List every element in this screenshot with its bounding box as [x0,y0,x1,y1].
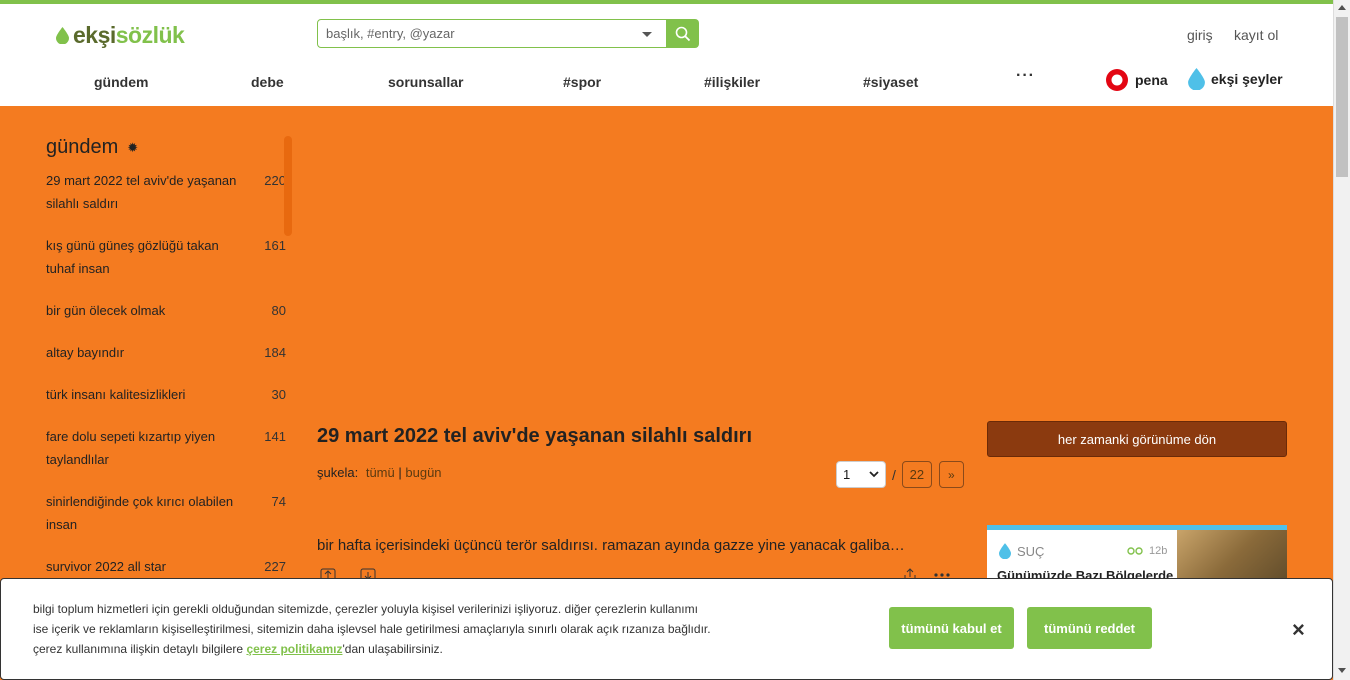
scrollbar-thumb[interactable] [1336,17,1348,177]
cookie-text-line2: ise içerik ve reklamların kişiselleştiri… [33,622,711,636]
logo-text-part2: sözlük [115,22,185,48]
logo-text-part1: ekşi [73,22,116,48]
list-item[interactable]: altay bayındır 184 [46,341,286,364]
list-item[interactable]: sinirlendiğinde çok kırıcı olabilen insa… [46,490,286,536]
pena-link[interactable]: pena [1105,68,1168,92]
site-logo[interactable]: ekşi sözlük [56,22,185,49]
scroll-up-arrow-icon[interactable] [1338,5,1346,10]
cookie-text-line1: bilgi toplum hizmetleri için gerekli old… [33,602,698,616]
topic-count: 220 [264,173,286,188]
topic-title: fare dolu sepeti kızartıp yiyen taylandl… [46,429,216,467]
accept-all-button[interactable]: tümünü kabul et [889,607,1014,649]
page-total-button[interactable]: 22 [901,461,932,488]
topic-count: 141 [264,429,286,444]
pena-icon [1106,69,1128,91]
drop-icon [56,27,69,44]
card-image [1177,530,1287,585]
list-item[interactable]: fare dolu sepeti kızartıp yiyen taylandl… [46,425,286,471]
topic-title: 29 mart 2022 tel aviv'de yaşanan silahlı… [46,173,237,211]
topic-count: 30 [271,387,286,402]
close-icon[interactable]: × [1292,617,1305,643]
cookie-policy-link[interactable]: çerez politikamız [246,642,342,656]
cookie-text: bilgi toplum hizmetleri için gerekli old… [33,599,733,659]
search-box [317,19,667,48]
register-link[interactable]: kayıt ol [1234,27,1278,43]
chevron-down-icon[interactable] [642,32,652,37]
search-input[interactable] [318,20,618,47]
cookie-text-line3-post: 'dan ulaşabilirsiniz. [342,642,443,656]
topic-count: 80 [271,303,286,318]
eksi-seyler-label: ekşi şeyler [1211,71,1283,87]
scroll-down-arrow-icon[interactable] [1338,668,1346,673]
drop-icon [1188,68,1205,90]
eksi-seyler-card[interactable]: SUÇ 12b Günümüzde Bazı Bölgelerde [987,525,1287,585]
topic-title: survivor 2022 all star [46,559,166,574]
search-icon [675,26,691,41]
card-category: SUÇ [999,543,1044,559]
eksi-seyler-link[interactable]: ekşi şeyler [1188,68,1283,90]
sidebar-title: gündem ✹ [46,136,286,159]
card-category-label: SUÇ [1017,543,1045,559]
topic-title: türk insanı kalitesizlikleri [46,387,186,402]
list-item[interactable]: bir gün ölecek olmak 80 [46,299,286,322]
next-page-button[interactable]: » [938,461,964,488]
page-current: 1 [843,467,851,482]
search-button[interactable] [667,19,699,48]
sukela-today-link[interactable]: bugün [405,465,441,480]
sidebar: gündem ✹ 29 mart 2022 tel aviv'de yaşana… [46,136,286,578]
drop-icon [999,543,1011,559]
reject-all-button[interactable]: tümünü reddet [1027,607,1152,649]
topic-title: bir gün ölecek olmak [46,303,166,318]
card-meta: 12b [1127,545,1167,557]
nav-debe[interactable]: debe [251,74,284,90]
topic-title: sinirlendiğinde çok kırıcı olabilen insa… [46,494,234,532]
nav-more-button[interactable]: ··· [1016,67,1035,85]
list-item[interactable]: survivor 2022 all star 227 [46,555,286,578]
sidebar-title-text: gündem [46,136,119,158]
sukela-filter: şukela: tümü | bugün [317,465,442,480]
sukela-all-link[interactable]: tümü [366,465,395,480]
nav-gundem[interactable]: gündem [94,74,148,90]
page-select[interactable]: 1 [836,461,886,488]
nav-iliskiler[interactable]: #ilişkiler [704,74,760,90]
list-item[interactable]: kış günü güneş gözlüğü takan tuhaf insan… [46,234,286,280]
card-time: 12b [1149,545,1168,557]
page-title[interactable]: 29 mart 2022 tel aviv'de yaşanan silahlı… [317,425,752,448]
cookie-text-line3-pre: çerez kullanımına ilişkin detaylı bilgil… [33,642,247,656]
page-scrollbar[interactable] [1333,0,1350,680]
topic-count: 227 [264,559,286,574]
entry-content: bir hafta içerisindeki üçüncü terör sald… [317,537,905,554]
more-options-icon[interactable] [934,573,950,577]
nav-siyaset[interactable]: #siyaset [863,74,918,90]
topic-count: 74 [271,494,286,509]
pager: 1 / 22 » [836,461,964,488]
gear-icon[interactable]: ✹ [127,140,138,156]
sidebar-scrollbar[interactable] [284,136,292,236]
topic-count: 184 [264,345,286,360]
list-item[interactable]: türk insanı kalitesizlikleri 30 [46,383,286,406]
page-separator: / [892,466,896,483]
nav-sorunsallar[interactable]: sorunsallar [388,74,463,90]
login-link[interactable]: giriş [1187,27,1213,43]
header: ekşisözlük giriş kayıt ol gündem debe so… [0,4,1333,106]
topic-title: altay bayındır [46,345,125,360]
views-icon [1127,547,1143,555]
nav-spor[interactable]: #spor [563,74,601,90]
cookie-banner: bilgi toplum hizmetleri için gerekli old… [0,578,1333,680]
list-item[interactable]: 29 mart 2022 tel aviv'de yaşanan silahlı… [46,169,286,215]
sukela-separator: | [398,465,402,480]
topic-count: 161 [264,238,286,253]
pena-label: pena [1135,72,1168,88]
sukela-label: şukela: [317,465,359,480]
classic-view-button[interactable]: her zamanki görünüme dön [987,421,1287,457]
topic-title: kış günü güneş gözlüğü takan tuhaf insan [46,238,219,276]
chevron-down-icon [869,471,879,478]
